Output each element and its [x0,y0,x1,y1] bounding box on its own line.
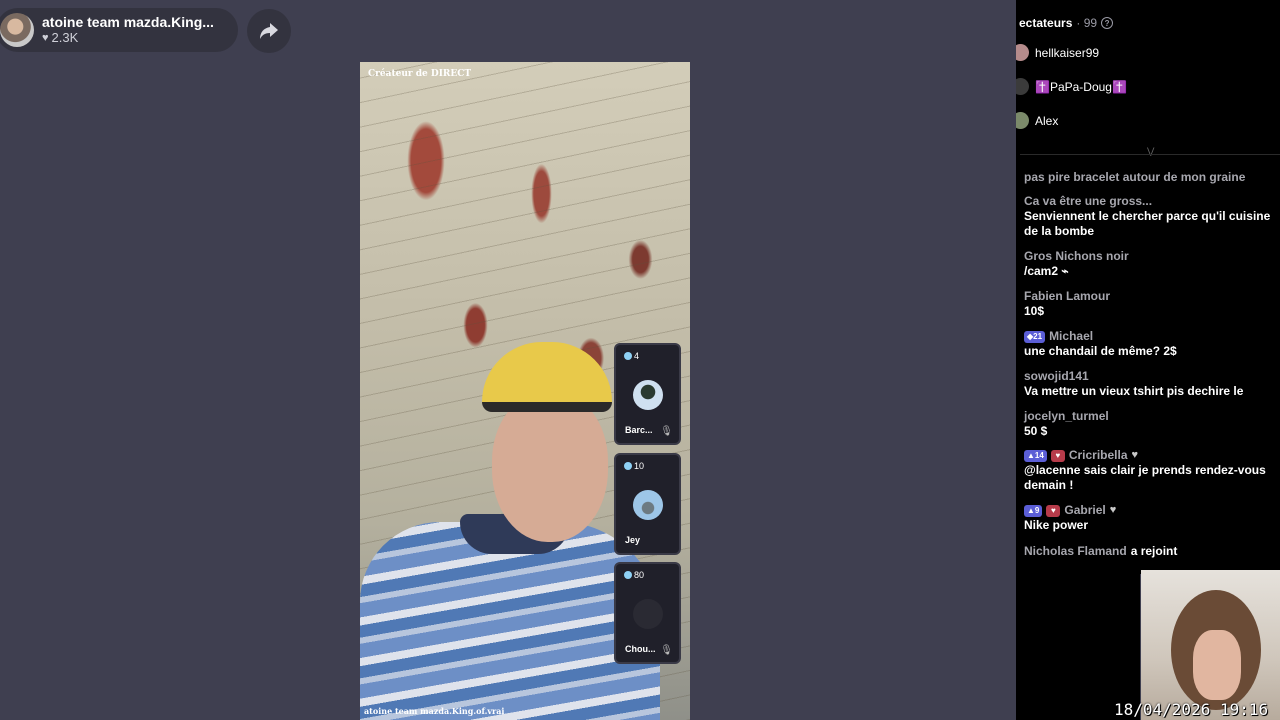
viewer-item[interactable]: ✝️PaPa-Doug✝️ [1016,78,1127,95]
chat-message: Ca va être une gross... Senviennent le c… [1024,194,1274,239]
viewer-item[interactable]: Alex [1016,112,1058,129]
coin-icon [624,352,632,360]
viewer-avatar [1016,112,1029,129]
share-icon [260,23,278,39]
chat-message: Fabien Lamour 10$ [1024,289,1274,319]
guest-tile[interactable]: 80 Chou... 🎙 [614,562,681,664]
chat-message: ▲ 9 ♥ Gabriel ♥ Nike power [1024,503,1274,533]
live-stream-view: atoine team mazda.King... ♥ 2.3K Créateu… [0,0,1280,720]
chat-message: pas pire bracelet autour de mon graine [1024,170,1274,185]
guest-coin-count: 10 [624,461,644,471]
viewers-count: · 99 [1076,16,1098,30]
video-caption: atoine team mazda.King.of.vrai [364,706,505,716]
viewer-item[interactable]: hellkaiser99 [1016,44,1099,61]
join-message: Nicholas Flamand a rejoint [1024,544,1274,559]
guest-name: Barc... [625,425,653,435]
host-name[interactable]: atoine team mazda.King... [42,14,214,30]
webcam-placeholder [1016,574,1140,720]
chat-text: 50 $ [1024,424,1048,438]
chat-message: jocelyn_turmel 50 $ [1024,409,1274,439]
joined-text: a rejoint [1130,544,1178,558]
chat-user: Michael [1049,329,1094,343]
chat-user[interactable]: Gros Nichons noir [1024,249,1274,264]
heart-icon: ♥ [1109,504,1117,516]
mic-off-icon: 🎙 [660,645,673,656]
heart-badge-icon: ♥ [1046,504,1061,517]
webcam-person-face [1193,630,1241,700]
level-badge: ▲ 14 [1024,449,1047,462]
expand-chevron-icon[interactable]: ⋁ [1147,146,1154,157]
level-badge: ▲ 9 [1024,504,1043,517]
viewer-avatar [1016,78,1029,95]
guest-tile[interactable]: 4 Barc... 🎙 [614,343,681,445]
streamer-face [492,392,608,542]
divider [1020,154,1280,155]
viewer-name: Alex [1035,113,1059,128]
chat-user: Gabriel [1064,503,1106,517]
chat-user[interactable]: Ca va être une gross... [1024,194,1274,209]
coin-icon [624,462,632,470]
viewer-avatar [1016,44,1029,61]
join-row: Nicholas Flamand a rejoint [1024,544,1274,559]
chat-user-row[interactable]: ▲ 9 ♥ Gabriel ♥ [1024,503,1274,518]
chat-user[interactable]: Nicholas Flamand [1024,544,1127,559]
chat-text: Va mettre un vieux tshirt pis dechire le [1024,384,1244,398]
guest-coin-count: 80 [624,570,644,580]
level-badge: ◆ 21 [1024,330,1046,343]
chat-text: Senviennent le chercher parce qu'il cuis… [1024,209,1271,238]
viewer-name: ✝️PaPa-Doug✝️ [1035,79,1127,94]
host-likes: ♥ 2.3K [42,29,214,46]
share-button[interactable] [247,9,291,53]
chat-message: sowojid141 Va mettre un vieux tshirt pis… [1024,369,1274,399]
guest-name: Chou... [625,644,656,654]
heart-badge-icon: ♥ [1050,449,1065,462]
chat-user[interactable]: Fabien Lamour [1024,289,1274,304]
guest-coin-count: 4 [624,351,639,361]
heart-icon: ♥ [42,31,49,44]
chat-user[interactable]: sowojid141 [1024,369,1274,384]
guest-name: Jey [625,535,641,545]
guest-tile[interactable]: 10 Jey [614,453,681,555]
chat-message: Gros Nichons noir /cam2 ⌁ [1024,249,1274,279]
chat-text: une chandail de même? 2$ [1024,344,1177,358]
timestamp: 18/04/2026 19:16 [1114,700,1269,719]
chat-user: Cricribella [1068,448,1128,462]
chat-text: /cam2 ⌁ [1024,264,1069,278]
chat-user-row[interactable]: ◆ 21 Michael [1024,329,1274,344]
webcam-overlay [1141,570,1280,720]
chat-text: @lacenne sais clair je prends rendez-vou… [1024,463,1266,492]
chat-user-row[interactable]: ▲ 14 ♥ Cricribella ♥ [1024,448,1274,463]
viewer-name: hellkaiser99 [1035,45,1100,60]
chat-text: 10$ [1024,304,1045,318]
side-panel: ectateurs · 99 ? hellkaiser99 ✝️PaPa-Dou… [1016,0,1280,574]
chat-user[interactable]: jocelyn_turmel [1024,409,1274,424]
guest-avatar [633,490,663,520]
creator-tag: Créateur de DIRECT [368,69,472,79]
likes-count: 2.3K [51,29,79,45]
guest-avatar [633,599,663,629]
guest-avatar [633,380,663,410]
mic-off-icon: 🎙 [660,426,673,437]
viewers-title: ectateurs [1019,16,1073,30]
chat-user: pas pire bracelet autour de mon graine [1024,170,1246,184]
heart-icon: ♥ [1131,449,1139,461]
host-info-pill[interactable]: atoine team mazda.King... ♥ 2.3K [0,8,238,52]
viewers-header: ectateurs · 99 ? [1019,16,1114,30]
host-text: atoine team mazda.King... ♥ 2.3K [42,14,214,45]
chat-message: ◆ 21 Michael une chandail de même? 2$ [1024,329,1274,359]
chat-message: ▲ 14 ♥ Cricribella ♥ @lacenne sais clair … [1024,448,1274,493]
coin-icon [624,571,632,579]
chat-text: Nike power [1024,518,1089,532]
host-avatar[interactable] [0,13,34,47]
help-icon[interactable]: ? [1101,17,1114,29]
